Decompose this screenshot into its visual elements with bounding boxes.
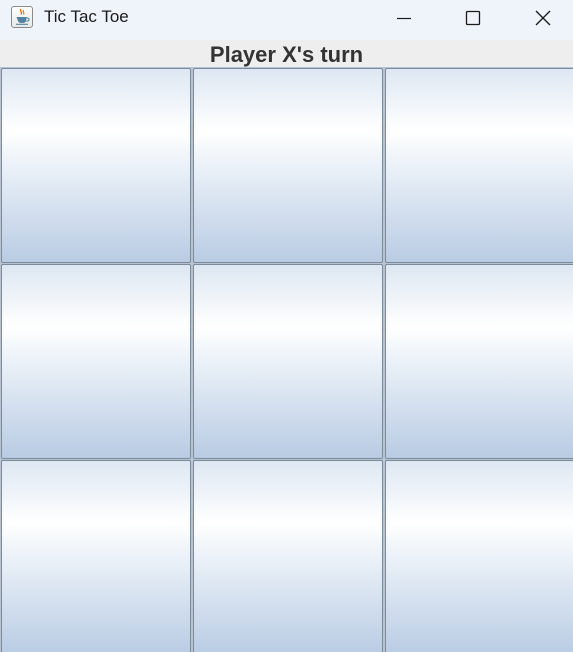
- board-cell-r2-c2[interactable]: [193, 264, 383, 459]
- turn-status-label: Player X's turn: [0, 40, 573, 68]
- minimize-button[interactable]: [374, 0, 434, 36]
- board-cell-r1-c1[interactable]: [1, 68, 191, 263]
- board-cell-r2-c3[interactable]: [385, 264, 573, 459]
- app-window: Tic Tac Toe Player X's turn: [0, 0, 573, 652]
- title-bar[interactable]: Tic Tac Toe: [0, 0, 573, 40]
- board-cell-r3-c3[interactable]: [385, 460, 573, 652]
- maximize-button[interactable]: [443, 0, 503, 36]
- close-button[interactable]: [513, 0, 573, 36]
- board-cell-r3-c2[interactable]: [193, 460, 383, 652]
- window-title: Tic Tac Toe: [44, 7, 129, 26]
- game-board: [0, 67, 573, 652]
- board-cell-r3-c1[interactable]: [1, 460, 191, 652]
- board-cell-r1-c2[interactable]: [193, 68, 383, 263]
- board-cell-r1-c3[interactable]: [385, 68, 573, 263]
- board-cell-r2-c1[interactable]: [1, 264, 191, 459]
- maximize-icon: [465, 10, 481, 26]
- minimize-icon: [397, 17, 411, 20]
- java-cup-icon[interactable]: [11, 6, 33, 28]
- close-icon: [535, 10, 551, 26]
